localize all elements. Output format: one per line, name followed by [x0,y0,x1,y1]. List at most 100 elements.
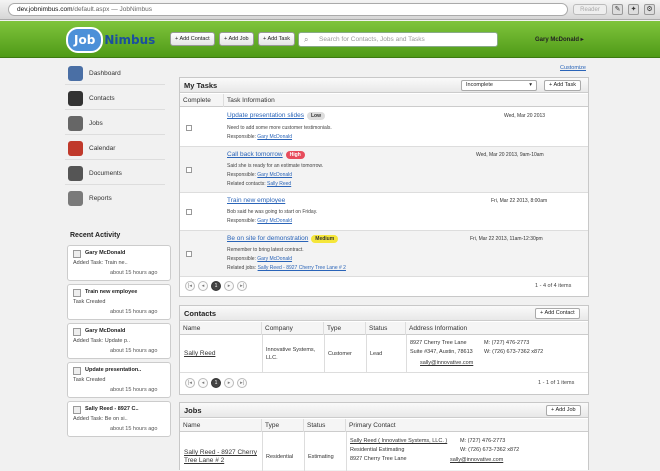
add-job-button[interactable]: + Add Job [546,405,581,416]
wrench-icon[interactable]: ⚙ [644,4,655,15]
contact-status: Lead [370,351,383,357]
contacts-icon [68,91,83,106]
task-title-link[interactable]: Be on site for demonstration [227,235,308,242]
nav-reports[interactable]: Reports [65,188,165,210]
responsible-link[interactable]: Gary McDonald [257,134,292,140]
contacts-panel: Contacts + Add Contact Name Company Type… [179,305,589,395]
prev-page-icon[interactable]: ◂ [198,281,208,291]
task-title-line: Be on site for demonstration Medium [227,235,339,243]
add-contact-button[interactable]: + Add Contact [535,308,580,319]
contact-email-link[interactable]: sally@innovative.com [420,359,473,367]
documents-icon [68,166,83,181]
related-contact-link[interactable]: Sally Reed [267,181,291,187]
responsible-label: Responsible: [227,218,256,224]
priority-badge: Low [306,112,325,120]
contact-type: Customer [328,351,352,357]
task-description: Need to add some more customer testimoni… [227,125,332,131]
prev-page-icon[interactable]: ◂ [198,378,208,388]
last-page-icon[interactable]: ▸| [237,281,247,291]
task-filter-select[interactable]: Incomplete ▾ [461,80,537,91]
contact-company: Innovative Systems, LLC. [266,347,316,361]
task-icon [73,367,81,375]
divider [304,432,305,471]
task-row: Update presentation slides Low Wed, Mar 2… [180,107,588,147]
add-job-label: Add Job [228,36,249,42]
activity-item[interactable]: Sally Reed - 8927 C.. Added Task: Be on s… [67,401,171,437]
bookmark-icon[interactable]: ✦ [628,4,639,15]
related-label: Related jobs: [227,265,257,271]
customize-link[interactable]: Customize [560,65,586,71]
global-search-input[interactable]: ⌕ Search for Contacts, Jobs and Tasks [298,32,498,47]
nav-calendar[interactable]: Calendar [65,138,165,160]
current-page[interactable]: 1 [211,378,221,388]
tasks-panel: My Tasks Incomplete ▾ + Add Task Complete… [179,77,589,297]
task-icon [73,406,81,414]
divider [262,432,263,471]
activity-item[interactable]: Gary McDonald Added Task: Train ne.. about… [67,245,171,281]
current-page[interactable]: 1 [211,281,221,291]
responsible-link[interactable]: Gary McDonald [257,256,292,262]
job-status: Estimating [308,454,334,460]
task-row: Train new employee Fri, Mar 22 2013, 8:0… [180,193,588,231]
col-primary-contact: Primary Contact [349,422,396,429]
activity-item[interactable]: Train new employee Task Created about 15 h… [67,284,171,320]
task-title-line: Train new employee [227,197,285,204]
activity-item[interactable]: Update presentation.. Task Created about 1… [67,362,171,398]
divider [346,432,347,471]
task-responsible: Responsible: Gary McDonald [227,172,292,178]
job-contact-email-link[interactable]: sally@innovative.com [450,456,503,464]
task-title-link[interactable]: Call back tomorrow [227,151,283,158]
nav-documents[interactable]: Documents [65,163,165,185]
job-name-link[interactable]: Sally Reed - 8927 Cherry Tree Lane # 2 [184,449,260,465]
user-icon [73,328,81,336]
first-page-icon[interactable]: |◂ [185,378,195,388]
search-placeholder: Search for Contacts, Jobs and Tasks [319,36,425,43]
contact-name-link[interactable]: Sally Reed [184,350,215,358]
task-title-link[interactable]: Update presentation slides [227,112,304,119]
jobnimbus-logo[interactable]: Job Nimbus [66,27,155,53]
reports-icon [68,191,83,206]
next-page-icon[interactable]: ▸ [224,281,234,291]
search-icon: ⌕ [304,35,309,44]
add-job-button-label: Add Job [555,407,576,413]
divider [406,335,407,373]
tasks-header-row: Complete Task Information [180,94,588,107]
pencil-icon[interactable]: ✎ [612,4,623,15]
add-task-header-button[interactable]: + Add Task [258,32,295,46]
priority-badge: Medium [311,235,339,243]
job-contact-address: 8927 Cherry Tree Lane [350,456,407,462]
add-contact-header-button[interactable]: + Add Contact [170,32,215,46]
add-task-button[interactable]: + Add Task [544,80,581,91]
add-job-header-button[interactable]: + Add Job [219,32,254,46]
last-page-icon[interactable]: ▸| [237,378,247,388]
activity-action: Task Created [73,299,106,305]
nav-dashboard[interactable]: Dashboard [65,63,165,85]
task-complete-checkbox[interactable] [186,167,192,173]
task-complete-checkbox[interactable] [186,251,192,257]
nav-label: Reports [89,195,112,202]
job-contact-link[interactable]: Sally Reed ( Innovative Systems, LLC. ) [350,437,447,445]
responsible-link[interactable]: Gary McDonald [257,172,292,178]
contact-address-line2: Suite #347, Austin, 78613 [410,349,473,355]
task-title-link[interactable]: Train new employee [227,197,285,204]
address-bar[interactable]: dev.jobnimbus.com/default.aspx — JobNimb… [8,3,568,16]
chevron-down-icon: ▾ [529,82,532,88]
activity-time: about 15 hours ago [110,309,158,315]
reader-button[interactable]: Reader [573,4,607,15]
task-complete-checkbox[interactable] [186,209,192,215]
col-type: Type [262,419,304,432]
task-complete-checkbox[interactable] [186,125,192,131]
responsible-link[interactable]: Gary McDonald [257,218,292,224]
activity-time: about 15 hours ago [110,270,158,276]
calendar-icon [68,141,83,156]
nav-jobs[interactable]: Jobs [65,113,165,135]
task-title-line: Call back tomorrow High [227,151,305,159]
task-description: Said she is ready for an estimate tomorr… [227,163,324,169]
first-page-icon[interactable]: |◂ [185,281,195,291]
next-page-icon[interactable]: ▸ [224,378,234,388]
related-job-link[interactable]: Sally Reed - 8927 Cherry Tree Lane # 2 [258,265,346,271]
nav-label: Jobs [89,120,103,127]
user-menu[interactable]: Gary McDonald ▸ [535,36,584,43]
activity-item[interactable]: Gary McDonald Added Task: Update p.. about… [67,323,171,359]
nav-contacts[interactable]: Contacts [65,88,165,110]
